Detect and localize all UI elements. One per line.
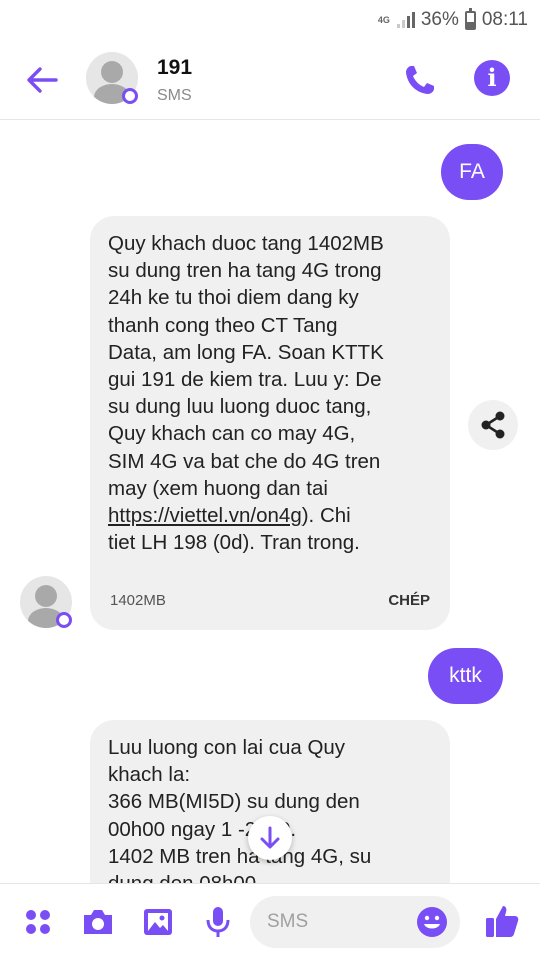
conversation-header: 191 SMS i [0, 40, 540, 120]
message-footer: 1402MB CHÉP [90, 574, 450, 630]
back-arrow-icon[interactable] [22, 60, 62, 100]
network-type-indicator: 4G [377, 14, 390, 25]
message-input-placeholder: SMS [267, 911, 309, 932]
battery-percent: 36% [420, 9, 459, 30]
outgoing-message[interactable]: FA [441, 144, 503, 200]
message-meta: 1402MB [110, 592, 166, 609]
message-text: Quy khach duoc tang 1402MB su dung tren … [90, 216, 450, 556]
share-button[interactable] [468, 400, 518, 450]
battery-icon [464, 7, 476, 30]
thumbs-up-icon[interactable] [482, 901, 522, 941]
composer-bar: SMS [0, 883, 540, 960]
sms-badge-icon [56, 612, 72, 628]
signal-icon [396, 12, 415, 28]
incoming-message[interactable]: Quy khach duoc tang 1402MB su dung tren … [90, 216, 450, 630]
message-input[interactable]: SMS [250, 896, 460, 948]
scroll-to-bottom-button[interactable] [248, 816, 292, 860]
message-text: FA [459, 160, 485, 183]
emoji-icon[interactable] [414, 904, 450, 940]
status-icons: 4G 36% 08:11 [377, 7, 528, 32]
microphone-icon[interactable] [200, 904, 236, 940]
info-icon[interactable]: i [474, 60, 510, 96]
apps-grid-icon[interactable] [20, 904, 56, 940]
message-text: kttk [449, 664, 482, 687]
contact-channel: SMS [157, 87, 192, 104]
message-text: Luu luong con lai cua Quy khach la: 366 … [108, 736, 372, 895]
clock: 08:11 [481, 9, 528, 30]
sms-badge-icon [122, 88, 138, 104]
camera-icon[interactable] [80, 904, 116, 940]
status-bar: 4G 36% 08:11 [0, 0, 540, 40]
message-link[interactable]: https://viettel.vn/on4g [108, 504, 302, 527]
message-text-part: Quy khach duoc tang 1402MB su dung tren … [108, 232, 384, 500]
outgoing-message[interactable]: kttk [428, 648, 503, 704]
share-icon [481, 411, 505, 439]
copy-button[interactable]: CHÉP [388, 592, 430, 609]
contact-name[interactable]: 191 [157, 56, 192, 80]
gallery-icon[interactable] [140, 904, 176, 940]
arrow-down-icon [260, 826, 280, 849]
phone-call-icon[interactable] [400, 60, 440, 100]
